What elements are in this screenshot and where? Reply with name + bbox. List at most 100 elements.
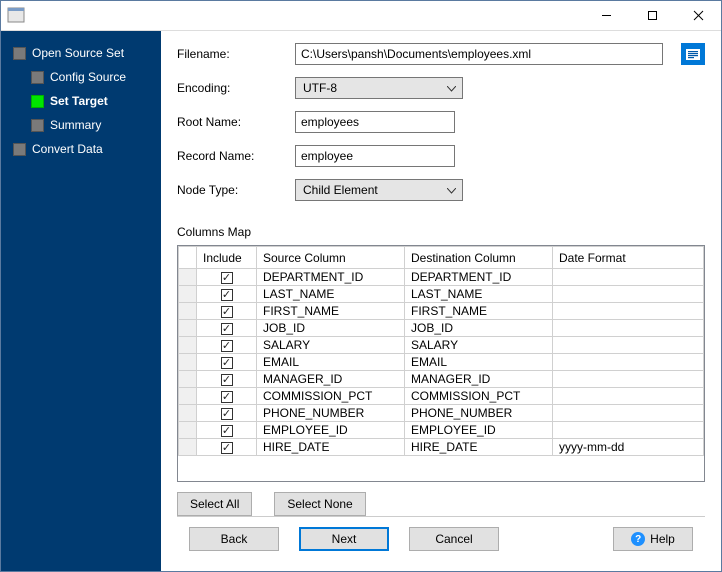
source-column-cell[interactable]: HIRE_DATE xyxy=(257,439,405,456)
include-cell[interactable] xyxy=(197,405,257,422)
source-column-cell[interactable]: MANAGER_ID xyxy=(257,371,405,388)
source-column-cell[interactable]: COMMISSION_PCT xyxy=(257,388,405,405)
sidebar-item-summary[interactable]: Summary xyxy=(1,113,161,137)
destination-column-cell[interactable]: DEPARTMENT_ID xyxy=(405,269,553,286)
cancel-button[interactable]: Cancel xyxy=(409,527,499,551)
date-format-cell[interactable] xyxy=(553,320,704,337)
date-format-cell[interactable] xyxy=(553,371,704,388)
encoding-value: UTF-8 xyxy=(303,81,337,95)
checkbox-icon xyxy=(221,442,233,454)
row-handle[interactable] xyxy=(179,286,197,303)
include-cell[interactable] xyxy=(197,388,257,405)
table-row[interactable]: EMAILEMAIL xyxy=(179,354,704,371)
table-row[interactable]: COMMISSION_PCTCOMMISSION_PCT xyxy=(179,388,704,405)
table-row[interactable]: HIRE_DATEHIRE_DATEyyyy-mm-dd xyxy=(179,439,704,456)
destination-column-cell[interactable]: EMPLOYEE_ID xyxy=(405,422,553,439)
minimize-button[interactable] xyxy=(583,1,629,31)
row-handle[interactable] xyxy=(179,405,197,422)
node-type-select[interactable]: Child Element xyxy=(295,179,463,201)
source-column-cell[interactable]: DEPARTMENT_ID xyxy=(257,269,405,286)
select-none-button[interactable]: Select None xyxy=(274,492,365,516)
table-row[interactable]: JOB_IDJOB_ID xyxy=(179,320,704,337)
table-row[interactable]: DEPARTMENT_IDDEPARTMENT_ID xyxy=(179,269,704,286)
table-row[interactable]: SALARYSALARY xyxy=(179,337,704,354)
destination-column-cell[interactable]: SALARY xyxy=(405,337,553,354)
include-cell[interactable] xyxy=(197,422,257,439)
source-column-cell[interactable]: JOB_ID xyxy=(257,320,405,337)
table-row[interactable]: MANAGER_IDMANAGER_ID xyxy=(179,371,704,388)
destination-column-cell[interactable]: LAST_NAME xyxy=(405,286,553,303)
columns-map-table: Include Source Column Destination Column… xyxy=(177,245,705,482)
row-handle[interactable] xyxy=(179,371,197,388)
include-cell[interactable] xyxy=(197,337,257,354)
source-column-cell[interactable]: PHONE_NUMBER xyxy=(257,405,405,422)
source-column-cell[interactable]: FIRST_NAME xyxy=(257,303,405,320)
date-format-cell[interactable] xyxy=(553,354,704,371)
destination-column-cell[interactable]: PHONE_NUMBER xyxy=(405,405,553,422)
node-type-value: Child Element xyxy=(303,183,378,197)
row-handle[interactable] xyxy=(179,269,197,286)
row-handle[interactable] xyxy=(179,303,197,320)
checkbox-icon xyxy=(221,408,233,420)
date-format-cell[interactable] xyxy=(553,388,704,405)
next-button[interactable]: Next xyxy=(299,527,389,551)
row-handle[interactable] xyxy=(179,422,197,439)
table-row[interactable]: FIRST_NAMEFIRST_NAME xyxy=(179,303,704,320)
destination-column-cell[interactable]: EMAIL xyxy=(405,354,553,371)
select-all-button[interactable]: Select All xyxy=(177,492,252,516)
date-format-cell[interactable] xyxy=(553,303,704,320)
source-column-cell[interactable]: SALARY xyxy=(257,337,405,354)
include-header[interactable]: Include xyxy=(197,247,257,269)
date-format-cell[interactable]: yyyy-mm-dd xyxy=(553,439,704,456)
date-format-cell[interactable] xyxy=(553,337,704,354)
destination-column-cell[interactable]: MANAGER_ID xyxy=(405,371,553,388)
close-button[interactable] xyxy=(675,1,721,31)
table-row[interactable]: LAST_NAMELAST_NAME xyxy=(179,286,704,303)
include-cell[interactable] xyxy=(197,371,257,388)
help-button[interactable]: ? Help xyxy=(613,527,693,551)
date-format-header[interactable]: Date Format xyxy=(553,247,704,269)
encoding-select[interactable]: UTF-8 xyxy=(295,77,463,99)
chevron-down-icon xyxy=(447,183,456,197)
sidebar-item-open-source-set[interactable]: Open Source Set xyxy=(1,41,161,65)
checkbox-icon xyxy=(221,306,233,318)
browse-button[interactable] xyxy=(681,43,705,65)
row-handle[interactable] xyxy=(179,388,197,405)
back-button[interactable]: Back xyxy=(189,527,279,551)
root-name-input[interactable] xyxy=(295,111,455,133)
date-format-cell[interactable] xyxy=(553,405,704,422)
filename-input[interactable] xyxy=(295,43,663,65)
include-cell[interactable] xyxy=(197,320,257,337)
destination-column-header[interactable]: Destination Column xyxy=(405,247,553,269)
sidebar-item-convert-data[interactable]: Convert Data xyxy=(1,137,161,161)
destination-column-cell[interactable]: HIRE_DATE xyxy=(405,439,553,456)
sidebar-item-config-source[interactable]: Config Source xyxy=(1,65,161,89)
include-cell[interactable] xyxy=(197,269,257,286)
destination-column-cell[interactable]: COMMISSION_PCT xyxy=(405,388,553,405)
table-row[interactable]: PHONE_NUMBERPHONE_NUMBER xyxy=(179,405,704,422)
source-column-cell[interactable]: EMPLOYEE_ID xyxy=(257,422,405,439)
step-marker-icon xyxy=(31,95,44,108)
include-cell[interactable] xyxy=(197,303,257,320)
table-row[interactable]: EMPLOYEE_IDEMPLOYEE_ID xyxy=(179,422,704,439)
row-handle[interactable] xyxy=(179,354,197,371)
include-cell[interactable] xyxy=(197,354,257,371)
date-format-cell[interactable] xyxy=(553,286,704,303)
date-format-cell[interactable] xyxy=(553,422,704,439)
step-marker-icon xyxy=(13,47,26,60)
date-format-cell[interactable] xyxy=(553,269,704,286)
row-handle[interactable] xyxy=(179,337,197,354)
maximize-button[interactable] xyxy=(629,1,675,31)
destination-column-cell[interactable]: JOB_ID xyxy=(405,320,553,337)
include-cell[interactable] xyxy=(197,286,257,303)
source-column-cell[interactable]: EMAIL xyxy=(257,354,405,371)
record-name-input[interactable] xyxy=(295,145,455,167)
row-handle[interactable] xyxy=(179,320,197,337)
record-name-label: Record Name: xyxy=(177,149,295,163)
destination-column-cell[interactable]: FIRST_NAME xyxy=(405,303,553,320)
source-column-cell[interactable]: LAST_NAME xyxy=(257,286,405,303)
sidebar-item-set-target[interactable]: Set Target xyxy=(1,89,161,113)
row-handle[interactable] xyxy=(179,439,197,456)
include-cell[interactable] xyxy=(197,439,257,456)
source-column-header[interactable]: Source Column xyxy=(257,247,405,269)
